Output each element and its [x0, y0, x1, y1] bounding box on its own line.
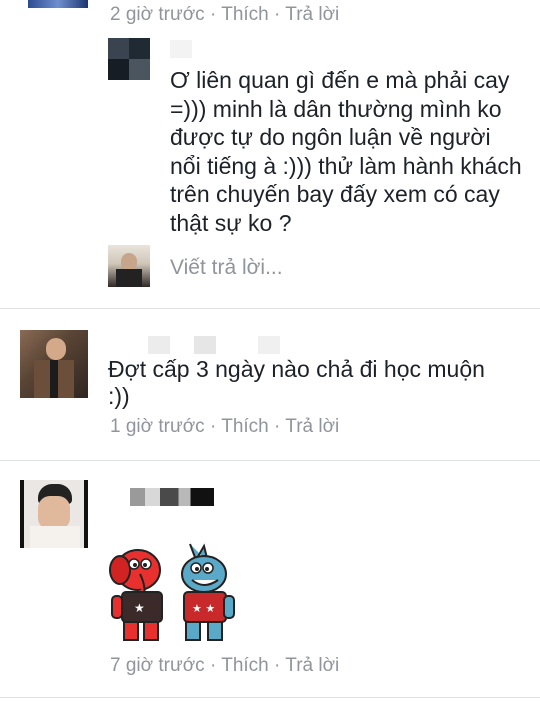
divider	[0, 697, 540, 698]
avatar[interactable]	[20, 330, 88, 398]
sticker[interactable]: ★ ★ ★	[108, 540, 238, 648]
timestamp: 1 giờ trước	[110, 416, 205, 437]
sticker-cartoon-characters-icon: ★ ★ ★	[109, 543, 235, 641]
commenter-name-blurred[interactable]	[170, 40, 192, 58]
like-link[interactable]: Thích	[221, 416, 269, 437]
comment-text: Ơ liên quan gì đến e mà phải cay =))) mi…	[170, 67, 522, 236]
my-avatar	[108, 245, 150, 287]
avatar-top-partial[interactable]	[28, 0, 88, 8]
comment-meta: 2 giờ trước · Thích · Trả lời	[110, 4, 340, 25]
comment-text: Đợt cấp 3 ngày nào chả đi học muộn :))	[108, 356, 485, 409]
commenter-name-blurred[interactable]	[194, 336, 216, 354]
commenter-name-blurred[interactable]	[130, 488, 214, 506]
timestamp: 7 giờ trước	[110, 655, 205, 676]
comment-meta: 1 giờ trước · Thích · Trả lời	[110, 416, 340, 437]
avatar[interactable]	[108, 38, 150, 80]
divider	[0, 460, 540, 461]
reply-link[interactable]: Trả lời	[285, 655, 339, 676]
like-link[interactable]: Thích	[221, 4, 269, 25]
divider	[0, 308, 540, 309]
write-reply-input[interactable]: Viết trả lời...	[170, 256, 283, 280]
reply-link[interactable]: Trả lời	[285, 416, 339, 437]
svg-text:★: ★	[134, 601, 145, 615]
like-link[interactable]: Thích	[221, 655, 269, 676]
avatar[interactable]	[20, 480, 88, 548]
commenter-name-blurred[interactable]	[258, 336, 280, 354]
reply-link[interactable]: Trả lời	[285, 4, 339, 25]
commenter-name-blurred[interactable]	[148, 336, 170, 354]
svg-text:★ ★: ★ ★	[192, 602, 215, 615]
timestamp: 2 giờ trước	[110, 4, 205, 25]
comment-meta: 7 giờ trước · Thích · Trả lời	[110, 655, 340, 676]
